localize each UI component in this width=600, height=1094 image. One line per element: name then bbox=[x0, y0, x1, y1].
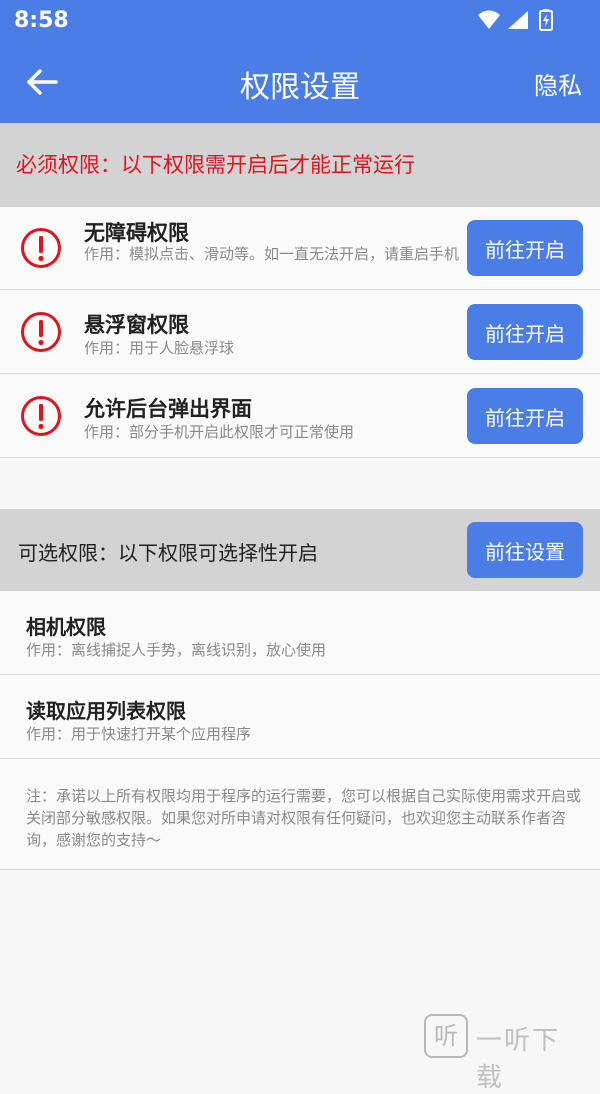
go-to-settings-button[interactable]: 前往设置 bbox=[467, 522, 583, 578]
status-time: 8:58 bbox=[14, 8, 69, 33]
watermark-text: 一听下载 bbox=[476, 1026, 561, 1093]
permission-name: 读取应用列表权限 bbox=[26, 699, 186, 723]
warning-icon bbox=[21, 312, 61, 352]
permission-row-background-popup: 允许后台弹出界面 作用：部分手机开启此权限才可正常使用 前往开启 bbox=[0, 375, 600, 458]
watermark: 听 一听下载 bbox=[424, 1014, 584, 1093]
permission-desc: 作用：用于人脸悬浮球 bbox=[84, 339, 235, 357]
optional-header-text: 可选权限：以下权限可选择性开启 bbox=[18, 541, 318, 565]
permission-row-accessibility: 无障碍权限 作用：模拟点击、滑动等。如一直无法开启，请重启手机 前往开启 bbox=[0, 207, 600, 290]
enable-accessibility-button[interactable]: 前往开启 bbox=[467, 220, 583, 276]
note-text: 注：承诺以上所有权限均用于程序的运行需要，您可以根据自己实际使用需求开启或关闭部… bbox=[26, 787, 582, 849]
permission-desc: 作用：离线捕捉人手势，离线识别，放心使用 bbox=[26, 641, 327, 659]
page-title: 权限设置 bbox=[240, 70, 360, 105]
enable-background-popup-button[interactable]: 前往开启 bbox=[467, 388, 583, 444]
permission-name: 允许后台弹出界面 bbox=[84, 397, 252, 421]
status-icons bbox=[478, 9, 553, 31]
permission-desc: 作用：模拟点击、滑动等。如一直无法开启，请重启手机 bbox=[84, 245, 460, 263]
permission-name: 悬浮窗权限 bbox=[84, 313, 189, 337]
privacy-button[interactable]: 隐私 bbox=[534, 66, 582, 101]
permission-row-app-list: 读取应用列表权限 作用：用于快速打开某个应用程序 bbox=[0, 675, 600, 759]
permission-name: 相机权限 bbox=[26, 615, 106, 639]
warning-icon bbox=[21, 396, 61, 436]
enable-floating-window-button[interactable]: 前往开启 bbox=[467, 304, 583, 360]
required-section-header: 必须权限：以下权限需开启后才能正常运行 bbox=[0, 123, 600, 207]
app-bar: 8:58 权限设置 隐私 bbox=[0, 0, 600, 123]
wifi-icon bbox=[478, 10, 500, 29]
disclaimer-note: 注：承诺以上所有权限均用于程序的运行需要，您可以根据自己实际使用需求开启或关闭部… bbox=[0, 759, 600, 870]
optional-section-header: 可选权限：以下权限可选择性开启 前往设置 bbox=[0, 509, 600, 591]
permission-row-floating-window: 悬浮窗权限 作用：用于人脸悬浮球 前往开启 bbox=[0, 291, 600, 374]
signal-icon bbox=[508, 11, 528, 29]
permission-desc: 作用：用于快速打开某个应用程序 bbox=[26, 725, 252, 743]
warning-icon bbox=[21, 228, 61, 268]
permission-name: 无障碍权限 bbox=[84, 221, 189, 245]
required-header-text: 必须权限：以下权限需开启后才能正常运行 bbox=[16, 153, 415, 177]
permission-desc: 作用：部分手机开启此权限才可正常使用 bbox=[84, 423, 355, 441]
permission-row-camera: 相机权限 作用：离线捕捉人手势，离线识别，放心使用 bbox=[0, 591, 600, 675]
watermark-logo: 听 bbox=[424, 1014, 468, 1058]
